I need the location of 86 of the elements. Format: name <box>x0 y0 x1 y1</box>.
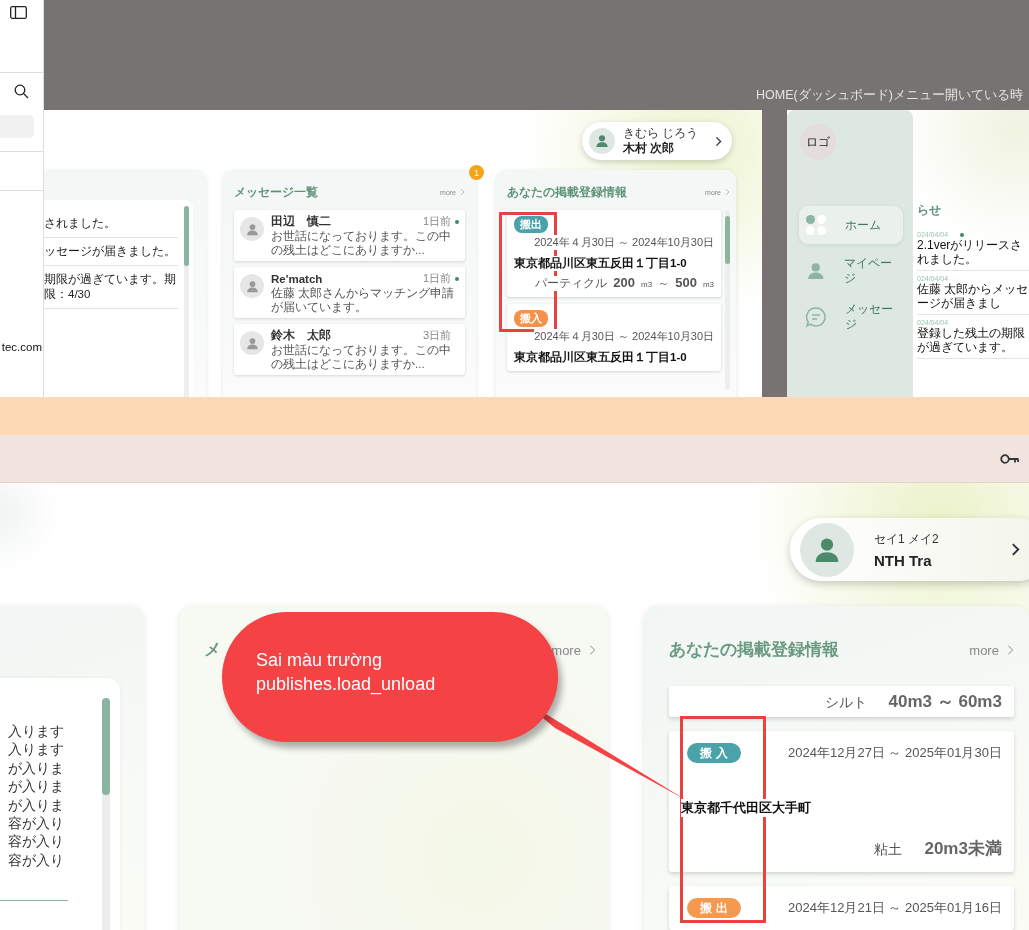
more-link[interactable]: more <box>551 642 596 658</box>
scrollbar[interactable] <box>184 206 189 397</box>
notice-text: 容が入り <box>7 832 64 851</box>
message-preview: お世話になっております。この中の残土はどこにありますか... <box>271 343 452 371</box>
soil-type: 粘土 <box>874 841 903 859</box>
period-text: 2024年４月30日 ～ 2024年10月30日 <box>534 329 714 344</box>
mockup-caption: HOME(ダッシュボード)メニュー開いている時 <box>756 88 1023 102</box>
message-preview: お世話になっております。この中の残土はどこにありますか... <box>271 229 452 257</box>
user-kana: きむら じろう <box>623 126 699 141</box>
amount-text: 40m3 ～ 60m3 <box>888 691 1002 713</box>
card-title: あなたの掲載登録情報 <box>507 184 627 200</box>
type-tag: 搬出 <box>686 898 741 918</box>
notice-text: 入ります <box>7 722 64 741</box>
news-text: 佐藤 太郎からメッセージが届きまし <box>917 282 1029 310</box>
chevron-right-icon <box>1011 542 1020 557</box>
message-item[interactable]: Re'match 1日前 佐藤 太郎さんからマッチング申請が届いています。 <box>234 267 465 318</box>
user-profile-button[interactable]: セイ1 メイ2 NTH Tra <box>790 518 1029 581</box>
sidebar-toggle-icon[interactable] <box>10 6 27 19</box>
listing-item[interactable]: シルト 40m3 ～ 60m3 <box>668 686 1014 717</box>
card-title: メッセージ一覧 <box>234 184 318 200</box>
soil-type: シルト <box>824 694 867 712</box>
sender-name: 田辺 慎二 <box>271 214 332 229</box>
period-text: 2024年12月27日 ～ 2025年01月30日 <box>788 744 1002 762</box>
soil-type: パーティクル <box>535 276 608 291</box>
sender-name: 鈴木 太郎 <box>271 328 332 343</box>
message-item[interactable]: 田辺 慎二 1日前 お世話になっております。この中の残土はどこにありますか... <box>234 210 465 261</box>
logo: ロゴ <box>800 124 836 160</box>
type-tag: 搬出 <box>514 216 548 233</box>
chevron-right-icon <box>588 644 596 656</box>
notice-text: が入りま <box>7 758 64 778</box>
menu-item[interactable]: メッセージ <box>799 298 903 336</box>
user-name: NTH Tra <box>874 551 933 569</box>
card-title: らせ <box>917 202 942 219</box>
chevron-right-icon <box>715 135 722 147</box>
notice-text: 容が入り <box>7 850 64 870</box>
amount-value: 500 <box>675 275 697 290</box>
sender-name: Re'match <box>271 272 324 285</box>
unit-text: m3 <box>702 280 714 289</box>
chat-icon <box>805 306 827 328</box>
address-text: 東京都品川区東五反田１丁目1-0 <box>514 256 687 271</box>
unit-text: m3 <box>641 280 653 289</box>
period-text: 2024年12月21日 ～ 2025年01月16日 <box>788 899 1002 917</box>
email-text: tec.com <box>0 341 42 353</box>
news-text: 2.1verがリリースされました。 <box>917 238 1024 266</box>
notice-text: 入ります <box>7 740 64 759</box>
notice-text: が入りま <box>7 777 64 796</box>
listing-item[interactable]: 搬出 2024年４月30日 ～ 2024年10月30日 東京都品川区東五反田１丁目1-0 パーティクル 200 m3 ～ 500 m3 <box>507 210 721 297</box>
unread-count-badge: 1 <box>469 165 484 180</box>
listing-item[interactable]: 搬出 2024年12月21日 ～ 2025年01月16日 <box>668 886 1014 930</box>
chevron-right-icon <box>460 188 465 196</box>
menu-item[interactable]: ホーム <box>799 206 903 244</box>
range-mark: ～ <box>658 276 670 291</box>
notice-text: 期限が過ぎています。期限：4/30 <box>44 266 178 309</box>
notice-text: ッセージが届きました。 <box>44 238 178 266</box>
amount-value: 200 <box>613 275 636 290</box>
search-icon[interactable] <box>14 84 29 99</box>
scrollbar[interactable] <box>725 210 730 390</box>
message-time: 1日前 <box>422 214 451 229</box>
notice-text: 容が入り <box>7 814 64 833</box>
scrollbar[interactable] <box>102 698 110 930</box>
card-title: メ <box>204 639 222 660</box>
user-kana: セイ1 メイ2 <box>874 530 940 548</box>
listing-item[interactable]: 搬入 2024年４月30日 ～ 2024年10月30日 東京都品川区東五反田１丁目1-0 <box>507 304 721 371</box>
message-item[interactable]: 鈴木 太郎 3日前 お世話になっております。この中の残土はどこにありますか... <box>234 324 465 375</box>
chevron-right-icon <box>725 188 730 196</box>
key-icon[interactable] <box>1000 452 1020 465</box>
period-text: 2024年４月30日 ～ 2024年10月30日 <box>534 235 714 250</box>
amount-text: 20m3未満 <box>924 838 1002 860</box>
notice-text: されました。 <box>44 210 178 238</box>
card-title: あなたの掲載登録情報 <box>668 639 839 661</box>
user-name: 木村 次郎 <box>623 141 676 156</box>
chevron-right-icon <box>1006 644 1014 656</box>
message-preview: 佐藤 太郎さんからマッチング申請が届いています。 <box>271 286 456 314</box>
home-icon <box>805 214 827 236</box>
message-time: 3日前 <box>422 328 451 343</box>
type-tag: 搬入 <box>686 743 741 763</box>
address-text: 東京都品川区東五反田１丁目1-0 <box>514 350 687 365</box>
news-text: 登録した残土の期限が過ぎています。 <box>917 326 1026 354</box>
menu-item[interactable]: マイページ <box>799 252 903 290</box>
user-profile-button[interactable]: きむら じろう 木村 次郎 <box>582 122 732 160</box>
message-time: 1日前 <box>422 271 451 286</box>
listing-item[interactable]: 搬入 2024年12月27日 ～ 2025年01月30日 東京都千代田区大手町 粘土 20m3未満 <box>668 731 1014 872</box>
person-icon <box>594 133 610 149</box>
type-tag: 搬入 <box>514 310 548 327</box>
notice-text: が入りま <box>7 795 64 815</box>
address-text: 東京都千代田区大手町 <box>680 799 811 817</box>
